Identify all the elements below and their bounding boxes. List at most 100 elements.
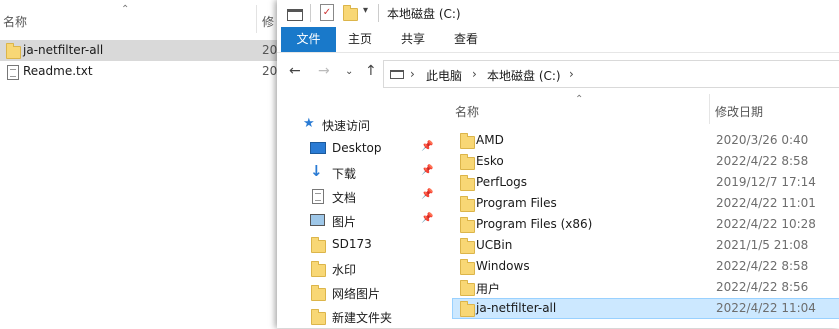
nav-item-folder[interactable]: SD173 <box>277 233 437 257</box>
breadcrumb-this-pc[interactable]: 此电脑 <box>426 67 462 84</box>
folder-icon <box>311 309 326 325</box>
file-date: 2022/4/22 8:58 <box>716 259 809 273</box>
file-date: 2022/4/22 8:56 <box>716 280 809 294</box>
pin-icon[interactable]: 📌 <box>421 189 433 200</box>
file-row-selected[interactable]: ja-netfilter-all 2022/4/22 11:04 <box>452 298 839 319</box>
tab-home[interactable]: 主页 <box>342 27 378 52</box>
nav-label: Desktop <box>332 141 382 155</box>
folder-icon <box>311 237 326 253</box>
file-row[interactable]: 用户 2022/4/22 8:56 <box>452 277 839 298</box>
star-icon: ★ <box>303 116 315 131</box>
nav-label: 新建文件夹 <box>332 311 393 325</box>
window-title: 本地磁盘 (C:) <box>387 7 461 21</box>
nav-label: 文档 <box>332 191 357 205</box>
nav-item-folder[interactable]: 新建文件夹 <box>277 305 437 329</box>
customize-toolbar-icon[interactable]: ▾ <box>363 5 368 16</box>
file-row[interactable]: Program Files (x86) 2022/4/22 10:28 <box>452 214 839 235</box>
background-explorer-window: ⌃ 名称 修 ja-netfilter-all 20 Readme.txt 20 <box>0 0 277 328</box>
folder-icon <box>460 280 475 296</box>
column-separator[interactable] <box>709 94 710 124</box>
column-header-modified[interactable]: 修 <box>262 13 274 30</box>
file-row[interactable]: Esko 2022/4/22 8:58 <box>452 151 839 172</box>
nav-item-downloads[interactable]: ↓ 下载 📌 <box>277 161 437 185</box>
drive-icon <box>287 9 303 21</box>
breadcrumb-separator-icon[interactable]: › <box>472 67 477 81</box>
file-list: ⌃ 名称 修改日期 AMD 2020/3/26 0:40 Esko 2022/4… <box>447 94 839 328</box>
recent-locations-icon[interactable]: ⌄ <box>345 66 353 77</box>
nav-quick-access[interactable]: ★ 快速访问 <box>277 113 437 137</box>
breadcrumb-local-disk[interactable]: 本地磁盘 (C:) <box>487 67 561 84</box>
nav-label: SD173 <box>332 237 372 251</box>
file-name: Esko <box>476 154 504 168</box>
file-date: 20 <box>262 43 278 57</box>
column-header-name[interactable]: 名称 <box>455 103 479 120</box>
file-row[interactable]: UCBin 2021/1/5 21:08 <box>452 235 839 256</box>
file-row[interactable]: PerfLogs 2019/12/7 17:14 <box>452 172 839 193</box>
folder-icon <box>460 154 475 170</box>
forward-arrow-icon[interactable]: → <box>318 63 330 79</box>
file-name: Program Files <box>476 196 557 210</box>
up-arrow-icon[interactable]: ↑ <box>365 63 377 79</box>
file-name: Program Files (x86) <box>476 217 593 231</box>
folder-icon <box>311 261 326 277</box>
tab-view[interactable]: 查看 <box>448 27 484 52</box>
folder-icon <box>460 259 475 275</box>
new-folder-icon[interactable] <box>343 5 358 21</box>
file-row[interactable]: Program Files 2022/4/22 11:01 <box>452 193 839 214</box>
nav-item-documents[interactable]: 文档 📌 <box>277 185 437 209</box>
back-arrow-icon[interactable]: ← <box>289 63 301 79</box>
file-date: 2022/4/22 8:58 <box>716 154 809 168</box>
column-header-modified[interactable]: 修改日期 <box>715 103 763 120</box>
file-date: 2019/12/7 17:14 <box>716 175 816 189</box>
tab-share[interactable]: 共享 <box>395 27 431 52</box>
tab-file[interactable]: 文件 <box>281 27 336 52</box>
nav-item-folder[interactable]: 网络图片 <box>277 281 437 305</box>
column-separator[interactable] <box>256 5 257 33</box>
breadcrumb-separator-icon[interactable]: › <box>410 67 415 81</box>
folder-icon <box>460 301 475 317</box>
file-row[interactable]: Readme.txt 20 <box>0 61 277 82</box>
nav-item-desktop[interactable]: Desktop 📌 <box>277 137 437 161</box>
folder-icon <box>460 175 475 191</box>
folder-icon <box>460 133 475 149</box>
file-date: 2021/1/5 21:08 <box>716 238 809 252</box>
address-bar[interactable]: › 此电脑 › 本地磁盘 (C:) › <box>383 60 839 88</box>
folder-icon <box>460 238 475 254</box>
nav-label: 网络图片 <box>332 287 381 301</box>
file-row[interactable]: AMD 2020/3/26 0:40 <box>452 130 839 151</box>
file-name: ja-netfilter-all <box>476 301 557 315</box>
sort-ascending-icon: ⌃ <box>575 94 584 105</box>
desktop-icon <box>310 142 326 154</box>
pin-icon[interactable]: 📌 <box>421 165 433 176</box>
text-file-icon <box>7 65 19 80</box>
quick-access-toolbar: ✓ ▾ 本地磁盘 (C:) <box>277 0 839 27</box>
file-name: AMD <box>476 133 504 147</box>
breadcrumb-separator-icon[interactable]: › <box>569 67 574 81</box>
column-header-name[interactable]: 名称 <box>3 13 27 30</box>
pin-icon[interactable]: 📌 <box>421 141 433 152</box>
ribbon-tabs: 文件 主页 共享 查看 <box>277 27 839 53</box>
folder-icon <box>460 217 475 233</box>
download-icon: ↓ <box>310 162 323 180</box>
nav-label: 下载 <box>332 167 357 181</box>
folder-icon <box>460 196 475 212</box>
file-name: 用户 <box>476 282 501 296</box>
toolbar-divider <box>378 4 379 22</box>
file-name: Windows <box>476 259 530 273</box>
pin-icon[interactable]: 📌 <box>421 213 433 224</box>
file-date: 2020/3/26 0:40 <box>716 133 809 147</box>
file-name: ja-netfilter-all <box>23 43 104 57</box>
folder-icon <box>6 43 21 59</box>
file-name: PerfLogs <box>476 175 528 189</box>
navigation-pane: ★ 快速访问 Desktop 📌 ↓ 下载 📌 文档 📌 图片 📌 SD173 <box>277 100 437 328</box>
drive-icon <box>390 70 404 79</box>
file-row[interactable]: ja-netfilter-all 20 <box>0 40 277 61</box>
nav-item-pictures[interactable]: 图片 📌 <box>277 209 437 233</box>
file-row[interactable]: Windows 2022/4/22 8:58 <box>452 256 839 277</box>
nav-item-folder[interactable]: 水印 <box>277 257 437 281</box>
properties-icon[interactable]: ✓ <box>320 4 334 21</box>
nav-label: 水印 <box>332 263 357 277</box>
nav-label: 快速访问 <box>322 119 371 133</box>
nav-label: 图片 <box>332 215 357 229</box>
folder-icon <box>311 285 326 301</box>
